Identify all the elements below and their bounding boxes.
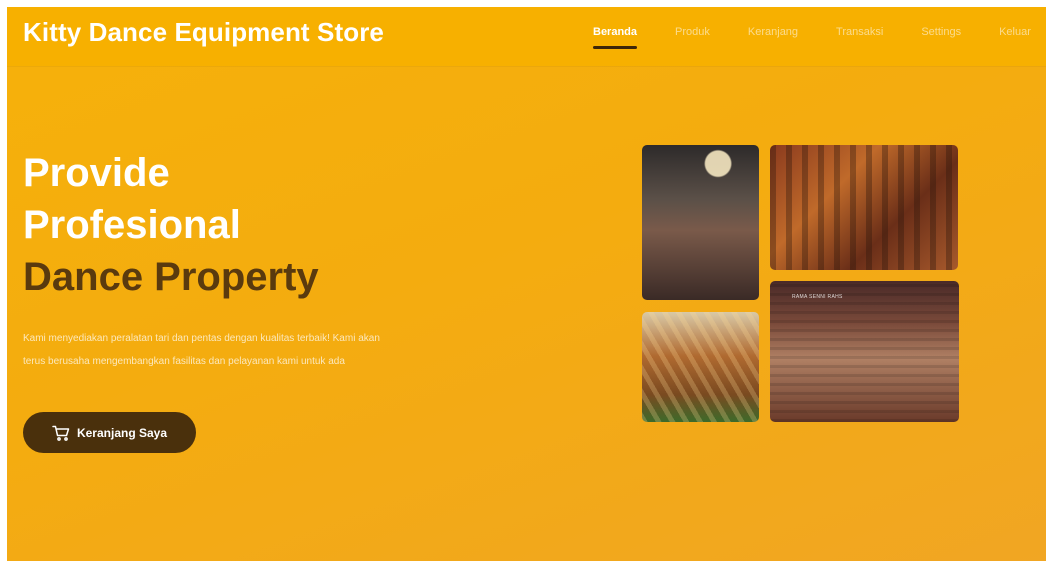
hero-headline: Provide Profesional Dance Property — [23, 147, 319, 303]
nav-item-keranjang[interactable]: Keranjang — [748, 26, 798, 38]
nav-item-produk[interactable]: Produk — [675, 26, 710, 38]
hero-line-dance-property: Dance Property — [23, 255, 319, 299]
nav-item-settings[interactable]: Settings — [921, 26, 961, 38]
cart-icon — [52, 425, 70, 441]
hero-line-profesional: Profesional — [23, 203, 241, 247]
cart-button-label: Keranjang Saya — [76, 425, 168, 440]
nav-menu: Beranda Produk Keranjang Transaksi Setti… — [593, 26, 1046, 49]
page-frame: Kitty Dance Equipment Store Beranda Prod… — [7, 7, 1046, 561]
nav-item-keluar[interactable]: Keluar — [999, 26, 1031, 38]
photo-shop-caption: RAMA SENNI RAHS — [792, 294, 843, 300]
nav-item-transaksi[interactable]: Transaksi — [836, 26, 883, 38]
photo-fabric-canopy — [642, 312, 759, 422]
photo-batik-fabrics — [770, 145, 958, 270]
cart-button[interactable]: Keranjang Saya — [23, 412, 196, 453]
photo-market-crowd — [642, 145, 759, 300]
hero-line-provide: Provide — [23, 151, 170, 195]
nav-item-beranda[interactable]: Beranda — [593, 26, 638, 49]
brand-logo[interactable]: Kitty Dance Equipment Store — [23, 17, 384, 48]
photo-shop-display: RAMA SENNI RAHS — [770, 281, 959, 422]
navbar: Kitty Dance Equipment Store Beranda Prod… — [7, 7, 1046, 66]
hero-description: Kami menyediakan peralatan tari dan pent… — [23, 333, 380, 367]
